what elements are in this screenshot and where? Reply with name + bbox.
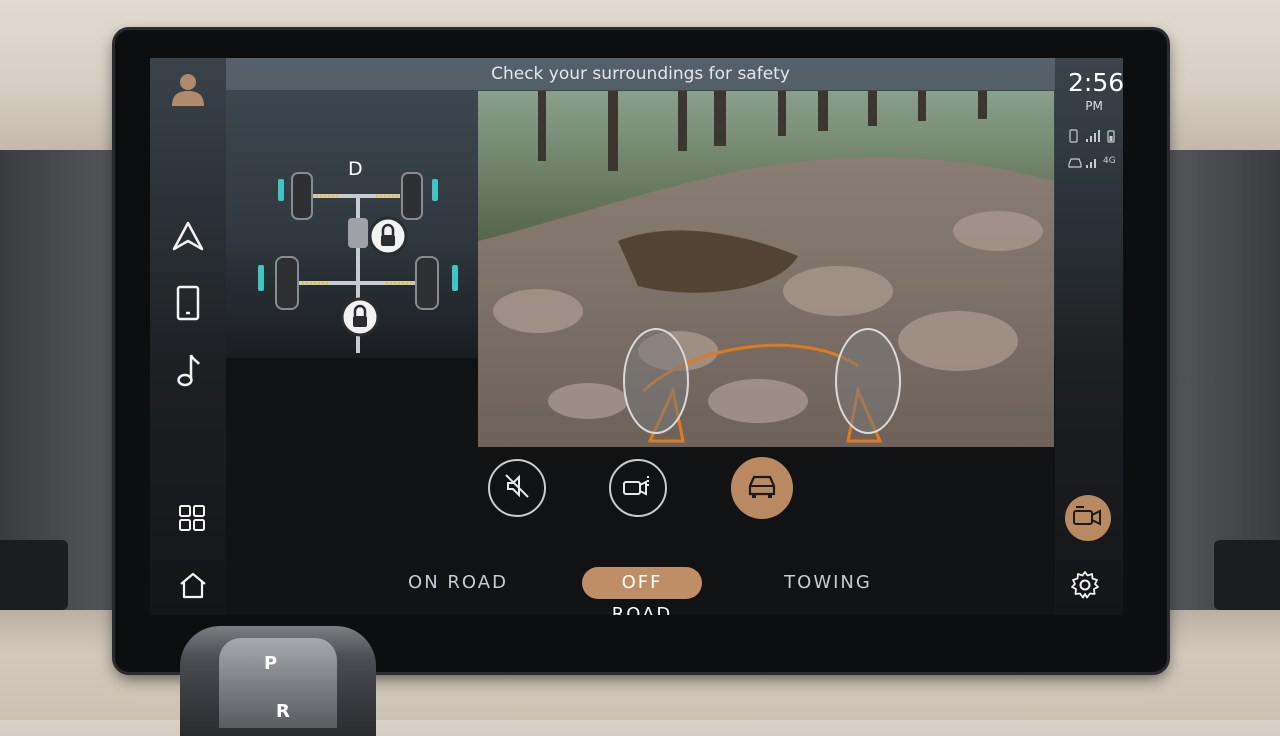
phone-icon[interactable] [170,285,206,321]
clock-time: 2:56 [1068,68,1123,97]
network-label: 4G [1103,156,1116,166]
vehicle-view-icon [745,472,779,504]
apps-grid-icon[interactable] [174,500,210,536]
clock-ampm: PM [1085,99,1103,113]
vehicle-view-button[interactable] [731,457,793,519]
home-icon[interactable] [175,567,211,603]
parking-camera-icon [1072,505,1104,531]
tab-on-road[interactable]: ON ROAD [406,567,510,599]
settings-icon[interactable] [1067,567,1103,603]
camera-view[interactable] [478,91,1054,447]
safety-banner: Check your surroundings for safety [226,58,1055,90]
mute-button[interactable] [488,459,546,517]
tab-off-road[interactable]: OFF ROAD [582,567,702,615]
tab-towing[interactable]: TOWING [778,567,878,599]
camera-switch-icon [622,472,654,504]
camera-switch-button[interactable] [609,459,667,517]
shifter-letter-r: R [276,701,290,722]
parking-camera-button[interactable] [1065,495,1111,541]
navigation-icon[interactable] [170,218,206,254]
music-icon[interactable] [170,352,206,388]
left-vent [0,540,68,610]
mute-icon [503,472,531,504]
car-signal-row: 4G [1068,154,1120,170]
drivetrain-diagram [240,153,470,393]
phone-signal-row [1068,128,1120,144]
right-vent [1214,540,1280,610]
infotainment-screen: Check your surroundings for safety D ON … [150,58,1123,615]
user-icon[interactable] [169,70,207,108]
shifter-letter-p: P [264,653,278,674]
